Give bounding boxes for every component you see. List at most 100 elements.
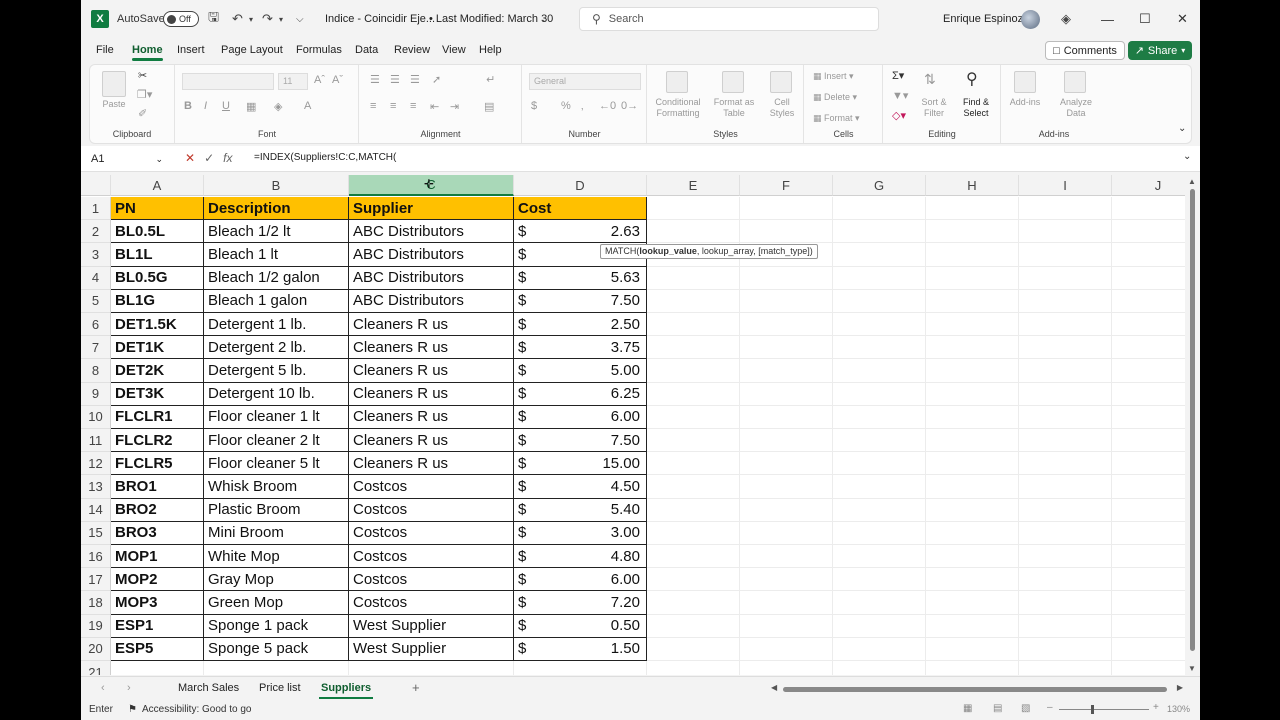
row-header[interactable]: 11 [81, 429, 111, 453]
table-header-cell[interactable]: PN [111, 197, 204, 221]
formula-input[interactable]: =INDEX(Suppliers!C:C,MATCH( [254, 152, 396, 163]
zoom-slider-handle[interactable] [1091, 705, 1094, 714]
column-header-e[interactable]: E [647, 175, 740, 196]
pn-cell[interactable]: MOP2 [111, 568, 204, 592]
empty-cell[interactable] [740, 475, 833, 499]
table-header-cell[interactable]: Description [204, 197, 349, 221]
function-tooltip[interactable]: MATCH(lookup_value, lookup_array, [match… [600, 244, 818, 259]
description-cell[interactable]: Floor cleaner 1 lt [204, 405, 349, 429]
align-bottom-icon[interactable]: ☰ [410, 73, 420, 86]
empty-cell[interactable] [647, 220, 740, 244]
empty-cell[interactable] [1019, 266, 1112, 290]
pn-cell[interactable]: FLCLR1 [111, 405, 204, 429]
empty-cell[interactable] [1112, 406, 1185, 429]
normal-view-icon[interactable]: ▦ [963, 703, 972, 714]
empty-cell[interactable] [926, 661, 1019, 675]
supplier-cell[interactable]: West Supplier [349, 614, 514, 638]
empty-cell[interactable] [1019, 661, 1112, 675]
row-header[interactable]: 18 [81, 591, 111, 615]
pn-cell[interactable]: BRO1 [111, 475, 204, 499]
pn-cell[interactable]: ESP5 [111, 637, 204, 661]
empty-cell[interactable] [926, 614, 1019, 638]
cost-cell[interactable]: $3.00 [514, 521, 647, 545]
pn-cell[interactable]: MOP1 [111, 545, 204, 569]
pn-cell[interactable]: DET3K [111, 382, 204, 406]
currency-icon[interactable]: $ [531, 100, 537, 112]
empty-cell[interactable] [926, 452, 1019, 476]
supplier-cell[interactable]: Costcos [349, 568, 514, 592]
empty-cell[interactable] [1112, 383, 1185, 406]
empty-cell[interactable] [1019, 243, 1112, 267]
empty-cell[interactable] [926, 243, 1019, 267]
row-header[interactable]: 13 [81, 475, 111, 499]
pn-cell[interactable]: FLCLR2 [111, 429, 204, 453]
empty-cell[interactable] [926, 289, 1019, 313]
cost-cell[interactable]: $1.50 [514, 637, 647, 661]
diamond-icon[interactable]: ◈ [1061, 0, 1071, 38]
pn-cell[interactable]: BL0.5G [111, 266, 204, 290]
empty-cell[interactable] [926, 475, 1019, 499]
addins-icon[interactable] [1014, 71, 1036, 93]
empty-cell[interactable] [740, 452, 833, 476]
empty-cell[interactable] [647, 545, 740, 569]
empty-cell[interactable] [647, 289, 740, 313]
sheet-tab-price-list[interactable]: Price list [259, 682, 301, 694]
empty-cell[interactable] [1019, 289, 1112, 313]
wrap-text-icon[interactable]: ↵ [486, 73, 495, 86]
empty-cell[interactable] [1112, 290, 1185, 313]
empty-cell[interactable] [1112, 359, 1185, 383]
empty-cell[interactable] [833, 591, 926, 615]
empty-cell[interactable] [833, 266, 926, 290]
empty-cell[interactable] [1019, 220, 1112, 244]
row-header[interactable]: 8 [81, 359, 111, 383]
empty-cell[interactable] [740, 545, 833, 569]
description-cell[interactable]: Detergent 1 lb. [204, 313, 349, 337]
empty-cell[interactable] [740, 661, 833, 675]
column-header-j[interactable]: J [1112, 175, 1185, 196]
sort-filter-icon[interactable]: ⇅ [924, 71, 936, 88]
align-left-icon[interactable]: ≡ [370, 100, 376, 112]
description-cell[interactable]: White Mop [204, 545, 349, 569]
undo-dropdown-icon[interactable]: ▾ [249, 0, 253, 38]
empty-cell[interactable] [1112, 522, 1185, 545]
chevron-down-icon[interactable]: ⌄ [541, 0, 549, 38]
empty-cell[interactable] [926, 266, 1019, 290]
empty-cell[interactable] [647, 382, 740, 406]
supplier-cell[interactable]: West Supplier [349, 637, 514, 661]
empty-cell[interactable] [926, 336, 1019, 360]
empty-cell[interactable] [1019, 313, 1112, 337]
tab-page-layout[interactable]: Page Layout [221, 44, 283, 56]
supplier-cell[interactable]: ABC Distributors [349, 243, 514, 267]
empty-cell[interactable] [833, 382, 926, 406]
row-header[interactable]: 4 [81, 266, 111, 290]
empty-cell[interactable] [740, 498, 833, 522]
empty-cell[interactable] [647, 452, 740, 476]
save-icon[interactable]: 🖫 [208, 0, 219, 38]
description-cell[interactable]: Bleach 1 galon [204, 289, 349, 313]
row-header[interactable]: 16 [81, 545, 111, 569]
sheet-tab-march-sales[interactable]: March Sales [178, 682, 239, 694]
scroll-thumb[interactable] [1190, 189, 1195, 651]
last-modified[interactable]: • Last Modified: March 30 [429, 0, 553, 38]
empty-cell[interactable] [740, 359, 833, 383]
zoom-slider[interactable] [1059, 709, 1149, 710]
row-header[interactable]: 2 [81, 220, 111, 244]
scroll-down-icon[interactable]: ▼ [1188, 664, 1196, 673]
pn-cell[interactable]: MOP3 [111, 591, 204, 615]
description-cell[interactable]: Bleach 1/2 galon [204, 266, 349, 290]
font-size-dropdown[interactable]: 11 [278, 73, 308, 90]
empty-cell[interactable] [833, 405, 926, 429]
empty-cell[interactable] [647, 266, 740, 290]
percent-icon[interactable]: % [561, 100, 571, 112]
empty-cell[interactable] [1019, 591, 1112, 615]
supplier-cell[interactable]: Cleaners R us [349, 452, 514, 476]
merge-center-icon[interactable]: ▤ [484, 100, 494, 113]
empty-cell[interactable] [926, 545, 1019, 569]
empty-cell[interactable] [1019, 359, 1112, 383]
copy-icon[interactable]: ❐▾ [137, 88, 152, 101]
pn-cell[interactable]: DET1.5K [111, 313, 204, 337]
document-title[interactable]: Indice - Coincidir Eje... [325, 0, 435, 38]
description-cell[interactable]: Whisk Broom [204, 475, 349, 499]
empty-cell[interactable] [926, 220, 1019, 244]
row-header[interactable]: 6 [81, 313, 111, 337]
